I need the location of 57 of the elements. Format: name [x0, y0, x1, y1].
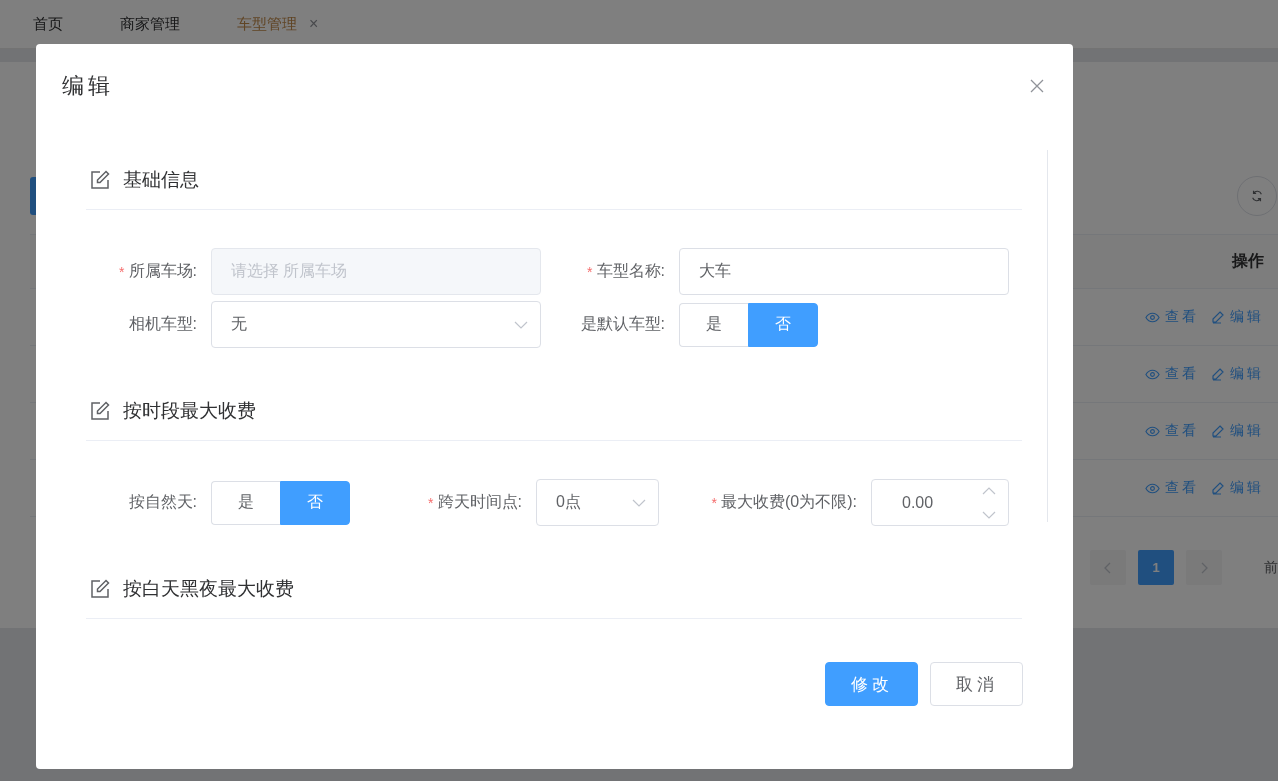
required-mark: * [711, 494, 717, 511]
required-mark: * [119, 263, 125, 280]
toggle-option[interactable]: 否 [280, 480, 350, 525]
view-link[interactable]: 查看 [1145, 365, 1199, 383]
number-field[interactable]: 0.00 [871, 479, 1009, 526]
edit-icon [90, 400, 110, 421]
page-number[interactable]: 1 [1138, 550, 1174, 585]
chevron-left-icon [1104, 561, 1112, 574]
pencil-icon [1211, 367, 1225, 381]
section-title: 按时段最大收费 [123, 398, 256, 423]
field-label: 所属车场: [128, 261, 197, 281]
column-header: 操作 [1230, 251, 1265, 271]
field-label: 车型名称: [596, 261, 665, 281]
dialog-title: 编辑 [62, 72, 114, 100]
chevron-down-icon [514, 320, 528, 329]
field-label: 跨天时间点: [437, 492, 522, 512]
select-field[interactable]: 无 [211, 301, 541, 348]
pencil-icon [1211, 310, 1225, 324]
edit-link[interactable]: 编辑 [1211, 365, 1264, 383]
field-label: 是默认车型: [580, 314, 665, 334]
eye-icon [1145, 368, 1160, 380]
next-page-button[interactable] [1186, 550, 1222, 585]
edit-icon [90, 578, 110, 599]
edit-link[interactable]: 编辑 [1211, 308, 1264, 326]
submit-button[interactable]: 修改 [825, 662, 918, 706]
required-mark: * [587, 263, 593, 280]
section-title: 基础信息 [123, 167, 199, 192]
page-tab[interactable]: 车型管理 × [237, 14, 319, 34]
chevron-right-icon [1200, 561, 1208, 574]
view-link[interactable]: 查看 [1145, 308, 1199, 326]
page-tab[interactable]: 首页 [33, 14, 63, 34]
field-label: 相机车型: [128, 314, 197, 334]
pagination-text: 前 [1264, 558, 1278, 577]
view-link[interactable]: 查看 [1145, 479, 1199, 497]
eye-icon [1145, 482, 1160, 494]
eye-icon [1145, 425, 1160, 437]
toggle-option[interactable]: 否 [748, 302, 818, 347]
select-field[interactable]: 0点 [536, 479, 659, 526]
eye-icon [1145, 311, 1160, 323]
edit-link[interactable]: 编辑 [1211, 479, 1264, 497]
field-label: 按自然天: [128, 492, 197, 512]
section-title: 按白天黑夜最大收费 [123, 576, 294, 601]
close-icon[interactable] [1030, 79, 1044, 93]
page-tab[interactable]: 商家管理 [120, 14, 180, 34]
text-field[interactable]: 大车 [679, 248, 1009, 295]
previous-page-button[interactable] [1090, 550, 1126, 585]
edit-icon [90, 169, 110, 190]
chevron-down-icon [632, 498, 646, 507]
cancel-button[interactable]: 取消 [930, 662, 1023, 706]
field-label: 最大收费(0为不限): [721, 492, 857, 512]
pencil-icon [1211, 481, 1225, 495]
refresh-icon [1250, 189, 1264, 203]
pencil-icon [1211, 424, 1225, 438]
view-link[interactable]: 查看 [1145, 422, 1199, 440]
required-mark: * [428, 494, 434, 511]
edit-link[interactable]: 编辑 [1211, 422, 1264, 440]
close-icon[interactable]: × [309, 15, 319, 33]
